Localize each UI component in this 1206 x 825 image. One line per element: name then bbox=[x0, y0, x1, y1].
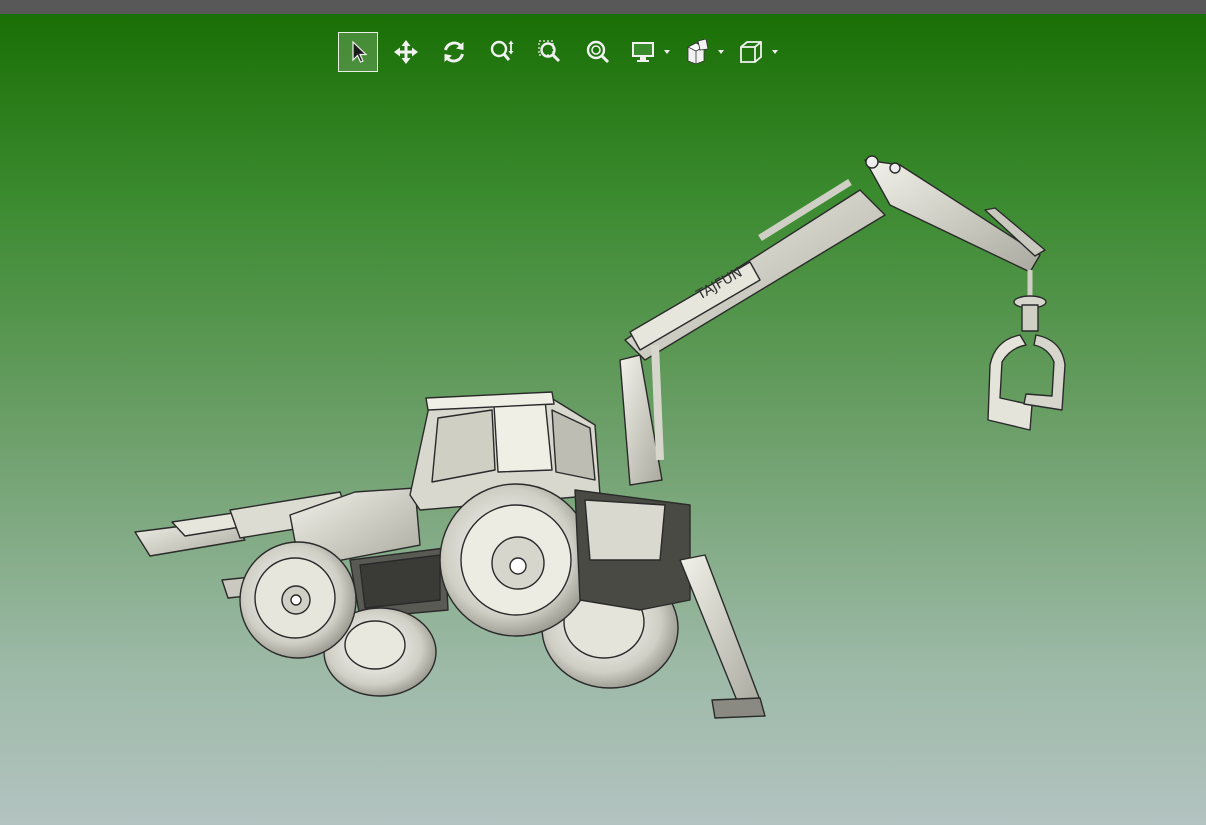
crane-jib bbox=[864, 155, 1046, 300]
crane-main-boom bbox=[624, 179, 886, 461]
window-top-bar bbox=[0, 0, 1206, 14]
wheel-front-near bbox=[439, 483, 593, 637]
tractor-crane-model[interactable]: TAJFUN bbox=[0, 14, 1206, 825]
3d-viewport[interactable]: TAJFUN bbox=[0, 14, 1206, 825]
stabilizer-leg bbox=[679, 554, 766, 719]
grapple bbox=[987, 295, 1066, 431]
wheel-rear-near bbox=[239, 541, 357, 659]
